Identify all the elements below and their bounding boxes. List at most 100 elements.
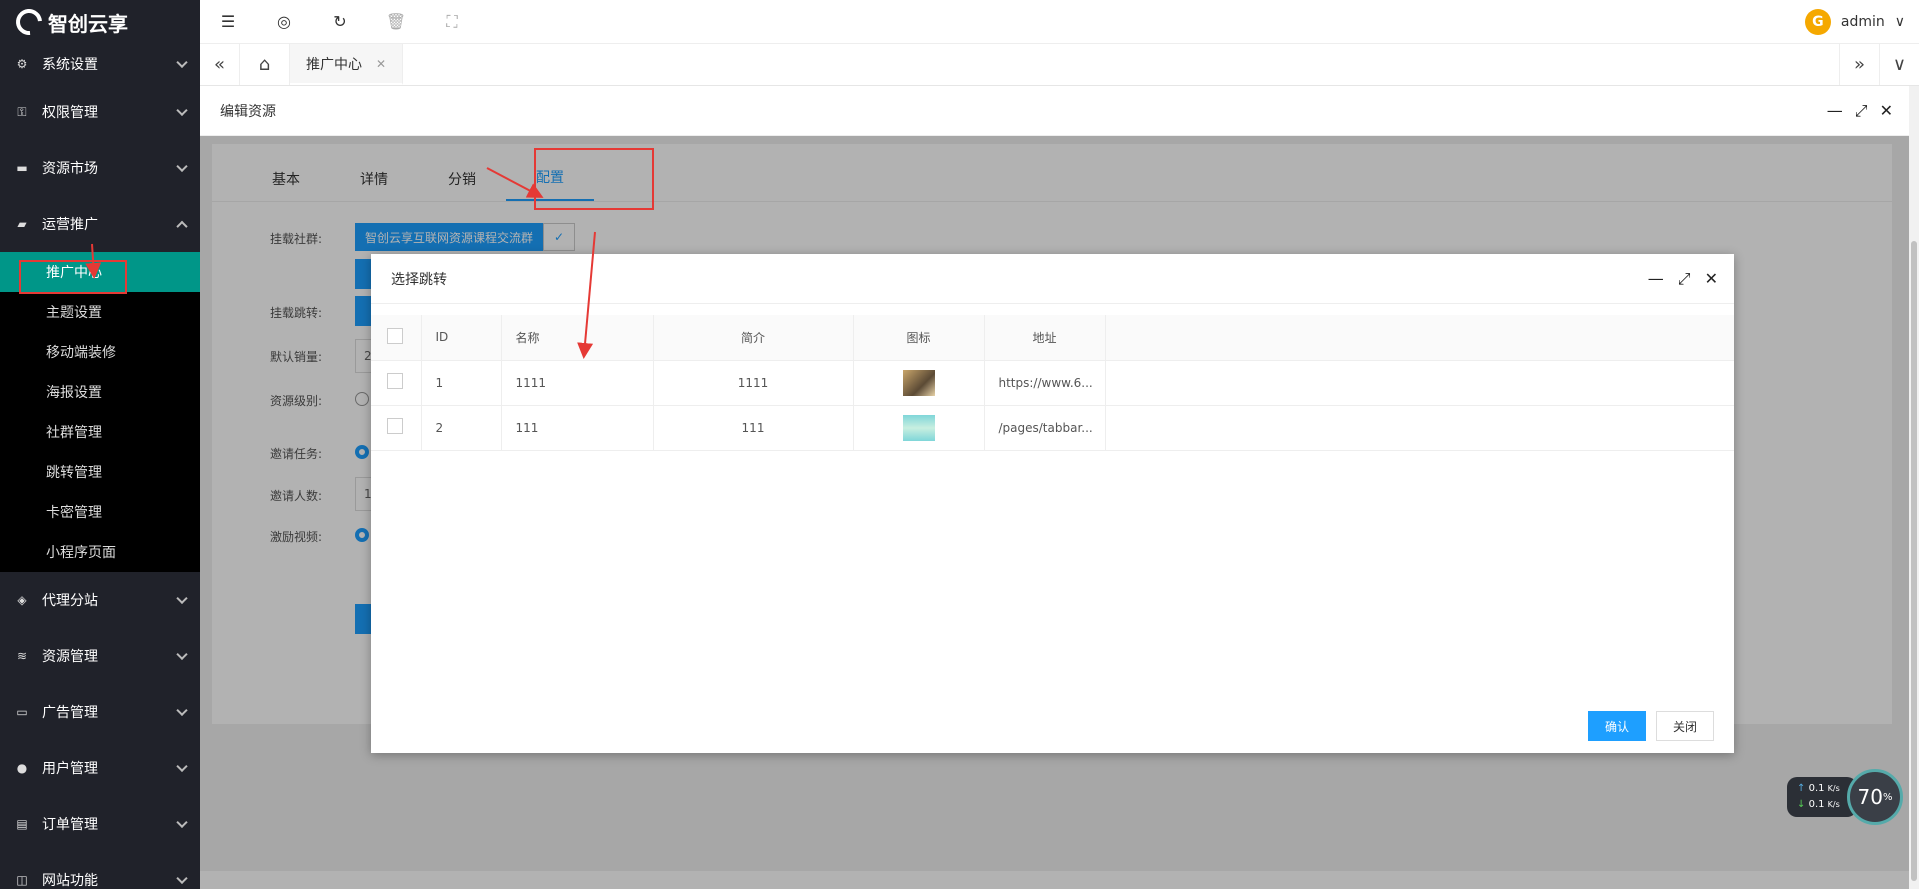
sidebar-item-label: 广告管理 bbox=[42, 705, 98, 721]
user-menu[interactable]: G admin ∨ bbox=[1804, 0, 1905, 44]
submenu-promotion: 推广中心 主题设置 移动端装修 海报设置 社群管理 跳转管理 卡密管理 小程序页… bbox=[0, 252, 200, 572]
modal-header: 选择跳转 — ⤢ ✕ bbox=[371, 254, 1734, 304]
tab-label: 推广中心 bbox=[306, 56, 362, 73]
tabs-prev-icon[interactable]: « bbox=[200, 44, 240, 85]
sidebar-subitem-card[interactable]: 卡密管理 bbox=[0, 492, 200, 532]
tab-promo-center[interactable]: 推广中心 ✕ bbox=[290, 44, 404, 85]
col-filler bbox=[1105, 315, 1734, 361]
sidebar-item-agent[interactable]: ◈ 代理分站 bbox=[0, 572, 200, 628]
close-icon[interactable]: ✕ bbox=[1705, 269, 1718, 289]
sidebar-item-resource[interactable]: ≋ 资源管理 bbox=[0, 628, 200, 684]
cell-desc: 1111 bbox=[653, 360, 854, 406]
trash-icon[interactable]: 🗑 bbox=[368, 0, 424, 44]
sidebar-item-market[interactable]: ▬ 资源市场 bbox=[0, 140, 200, 196]
sidebar-item-system[interactable]: ⚙ 系统设置 bbox=[0, 44, 200, 84]
cell-filler bbox=[1105, 360, 1734, 406]
cpu-gauge: 70% bbox=[1847, 769, 1903, 825]
sidebar-subitem-poster[interactable]: 海报设置 bbox=[0, 372, 200, 412]
sidebar-item-label: 订单管理 bbox=[42, 817, 98, 833]
sidebar-item-user[interactable]: ● 用户管理 bbox=[0, 740, 200, 796]
cell-address: /pages/tabbar... bbox=[984, 405, 1106, 451]
col-desc[interactable]: 简介 bbox=[653, 315, 854, 361]
maximize-icon[interactable]: ⤢ bbox=[1855, 101, 1868, 121]
modal-footer: 确认 关闭 bbox=[1587, 711, 1714, 741]
network-monitor-widget[interactable]: ↑ 0.1 K/s ↓ 0.1 K/s 70% bbox=[1787, 769, 1907, 825]
cell-name: 111 bbox=[501, 405, 654, 451]
col-address[interactable]: 地址 bbox=[984, 315, 1106, 361]
annotation-box-menu bbox=[19, 260, 127, 294]
sidebar: 智创云享 ⚙ 系统设置 ⚿ 权限管理 ▬ 资源市场 ▰ 运营推广 推广中心 主题… bbox=[0, 0, 200, 889]
home-icon[interactable]: ⌂ bbox=[240, 44, 290, 85]
chevron-down-icon: ∨ bbox=[1894, 14, 1905, 30]
table-header: ID 名称 简介 图标 地址 bbox=[371, 315, 1734, 361]
scrollbar-thumb[interactable] bbox=[1911, 241, 1917, 881]
sidebar-subitem-jump[interactable]: 跳转管理 bbox=[0, 452, 200, 492]
chevron-down-icon bbox=[176, 816, 188, 829]
cell-desc: 111 bbox=[653, 405, 854, 451]
sidebar-item-label: 资源管理 bbox=[42, 649, 98, 665]
chevron-down-icon bbox=[176, 160, 188, 173]
fullscreen-icon[interactable]: ⛶ bbox=[424, 0, 480, 44]
cell-name: 1111 bbox=[501, 360, 654, 406]
thumbnail-image bbox=[902, 414, 935, 441]
cell-icon bbox=[853, 405, 985, 451]
cell-icon bbox=[853, 360, 985, 406]
chevron-down-icon bbox=[176, 704, 188, 717]
sidebar-subitem-community[interactable]: 社群管理 bbox=[0, 412, 200, 452]
sidebar-item-label: 代理分站 bbox=[42, 593, 98, 609]
order-icon: ▤ bbox=[16, 817, 28, 831]
layers-icon: ◈ bbox=[17, 593, 27, 607]
sidebar-subitem-mobile[interactable]: 移动端装修 bbox=[0, 332, 200, 372]
tabs-dropdown-icon[interactable]: ∨ bbox=[1879, 44, 1919, 85]
gauge-value: 70 bbox=[1857, 785, 1883, 809]
page-tabs: « ⌂ 推广中心 ✕ » ∨ bbox=[200, 44, 1919, 86]
sidebar-item-promotion[interactable]: ▰ 运营推广 bbox=[0, 196, 200, 252]
site-icon: ◫ bbox=[16, 873, 28, 887]
topbar: ☰ ◎ ↻ 🗑 ⛶ G admin ∨ bbox=[200, 0, 1919, 44]
ad-icon: ▭ bbox=[16, 705, 28, 719]
select-all-checkbox[interactable] bbox=[371, 315, 422, 361]
chevron-up-icon bbox=[176, 220, 188, 233]
sidebar-subitem-theme[interactable]: 主题设置 bbox=[0, 292, 200, 332]
maximize-icon[interactable]: ⤢ bbox=[1678, 269, 1691, 289]
logo: 智创云享 bbox=[0, 0, 200, 44]
col-id[interactable]: ID bbox=[421, 315, 502, 361]
cell-id: 1 bbox=[421, 360, 502, 406]
close-icon[interactable]: ✕ bbox=[1880, 101, 1893, 121]
row-checkbox[interactable] bbox=[371, 360, 422, 406]
minimize-icon[interactable]: — bbox=[1648, 269, 1664, 289]
minimize-icon[interactable]: — bbox=[1827, 101, 1843, 121]
panel-title: 编辑资源 bbox=[220, 103, 276, 120]
thumbnail-image bbox=[902, 369, 935, 396]
gear-icon: ⚙ bbox=[16, 57, 28, 71]
sidebar-item-label: 资源市场 bbox=[42, 161, 98, 177]
jump-table: ID 名称 简介 图标 地址 1 1111 1111 https://www.6… bbox=[371, 315, 1734, 451]
logo-icon bbox=[10, 3, 48, 41]
refresh-icon[interactable]: ↻ bbox=[312, 0, 368, 44]
row-checkbox[interactable] bbox=[371, 405, 422, 451]
sidebar-item-ad[interactable]: ▭ 广告管理 bbox=[0, 684, 200, 740]
sidebar-item-permission[interactable]: ⚿ 权限管理 bbox=[0, 84, 200, 140]
table-row[interactable]: 2 111 111 /pages/tabbar... bbox=[371, 405, 1734, 451]
sidebar-item-site[interactable]: ◫ 网站功能 bbox=[0, 852, 200, 889]
sidebar-item-label: 用户管理 bbox=[42, 761, 98, 777]
chevron-down-icon bbox=[176, 56, 188, 69]
page-scrollbar[interactable] bbox=[1909, 86, 1919, 889]
menu-toggle-icon[interactable]: ☰ bbox=[200, 0, 256, 44]
col-icon[interactable]: 图标 bbox=[853, 315, 985, 361]
close-icon[interactable]: ✕ bbox=[376, 57, 386, 71]
panel-controls: — ⤢ ✕ bbox=[1827, 101, 1909, 121]
table-row[interactable]: 1 1111 1111 https://www.6... bbox=[371, 360, 1734, 406]
brand-name: 智创云享 bbox=[48, 11, 128, 36]
confirm-button[interactable]: 确认 bbox=[1587, 711, 1646, 741]
stack-icon: ≋ bbox=[16, 649, 28, 663]
chevron-down-icon bbox=[176, 104, 188, 117]
close-button[interactable]: 关闭 bbox=[1655, 711, 1714, 741]
sidebar-item-label: 运营推广 bbox=[42, 217, 98, 233]
tabs-next-icon[interactable]: » bbox=[1839, 44, 1879, 85]
col-name[interactable]: 名称 bbox=[501, 315, 654, 361]
chevron-down-icon bbox=[176, 760, 188, 773]
sidebar-subitem-miniapp[interactable]: 小程序页面 bbox=[0, 532, 200, 572]
sidebar-item-order[interactable]: ▤ 订单管理 bbox=[0, 796, 200, 852]
globe-icon[interactable]: ◎ bbox=[256, 0, 312, 44]
